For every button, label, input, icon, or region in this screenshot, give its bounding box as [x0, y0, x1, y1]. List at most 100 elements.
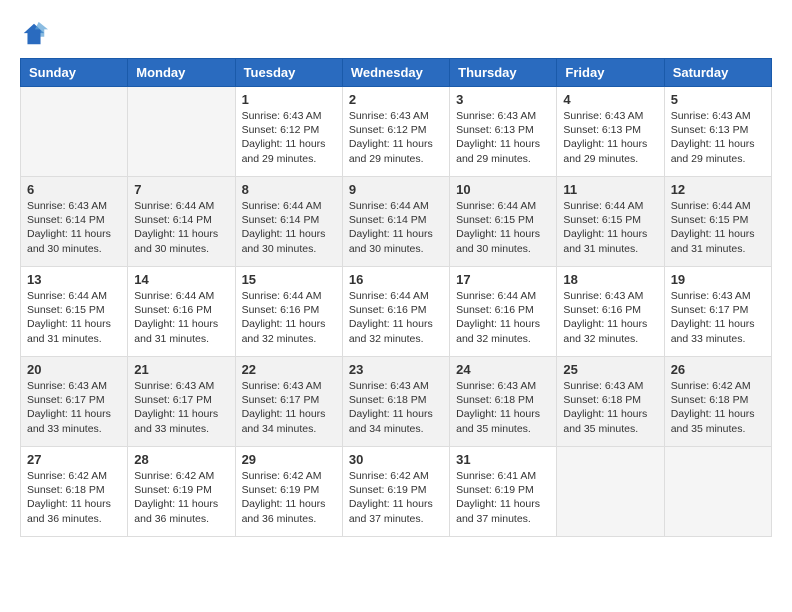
weekday-header: Sunday [21, 59, 128, 87]
calendar-cell: 14 Sunrise: 6:44 AMSunset: 6:16 PMDayligh… [128, 267, 235, 357]
cell-info: Sunrise: 6:43 AMSunset: 6:14 PMDaylight:… [27, 199, 121, 256]
day-number: 4 [563, 92, 657, 107]
calendar-week-row: 1 Sunrise: 6:43 AMSunset: 6:12 PMDaylight… [21, 87, 772, 177]
calendar-cell: 16 Sunrise: 6:44 AMSunset: 6:16 PMDayligh… [342, 267, 449, 357]
calendar-week-row: 6 Sunrise: 6:43 AMSunset: 6:14 PMDaylight… [21, 177, 772, 267]
cell-info: Sunrise: 6:44 AMSunset: 6:15 PMDaylight:… [671, 199, 765, 256]
day-number: 27 [27, 452, 121, 467]
page-header [20, 20, 772, 48]
day-number: 2 [349, 92, 443, 107]
day-number: 23 [349, 362, 443, 377]
day-number: 25 [563, 362, 657, 377]
day-number: 15 [242, 272, 336, 287]
cell-info: Sunrise: 6:44 AMSunset: 6:15 PMDaylight:… [456, 199, 550, 256]
calendar-cell: 15 Sunrise: 6:44 AMSunset: 6:16 PMDayligh… [235, 267, 342, 357]
cell-info: Sunrise: 6:44 AMSunset: 6:16 PMDaylight:… [134, 289, 228, 346]
day-number: 9 [349, 182, 443, 197]
day-number: 8 [242, 182, 336, 197]
cell-info: Sunrise: 6:44 AMSunset: 6:14 PMDaylight:… [242, 199, 336, 256]
calendar-cell: 25Sunrise: 6:43 AMSunset: 6:18 PMDayligh… [557, 357, 664, 447]
day-number: 1 [242, 92, 336, 107]
calendar-cell: 18 Sunrise: 6:43 AMSunset: 6:16 PMDayligh… [557, 267, 664, 357]
calendar-cell: 7 Sunrise: 6:44 AMSunset: 6:14 PMDaylight… [128, 177, 235, 267]
day-number: 3 [456, 92, 550, 107]
day-number: 16 [349, 272, 443, 287]
calendar-cell: 21 Sunrise: 6:43 AMSunset: 6:17 PMDayligh… [128, 357, 235, 447]
cell-info: Sunrise: 6:43 AMSunset: 6:17 PMDaylight:… [27, 379, 121, 436]
calendar-cell: 6 Sunrise: 6:43 AMSunset: 6:14 PMDaylight… [21, 177, 128, 267]
day-number: 30 [349, 452, 443, 467]
day-number: 31 [456, 452, 550, 467]
calendar-week-row: 27 Sunrise: 6:42 AMSunset: 6:18 PMDayligh… [21, 447, 772, 537]
calendar-cell: 10Sunrise: 6:44 AMSunset: 6:15 PMDayligh… [450, 177, 557, 267]
calendar-table: SundayMondayTuesdayWednesdayThursdayFrid… [20, 58, 772, 537]
calendar-cell [21, 87, 128, 177]
cell-info: Sunrise: 6:43 AMSunset: 6:17 PMDaylight:… [242, 379, 336, 436]
calendar-cell: 11 Sunrise: 6:44 AMSunset: 6:15 PMDayligh… [557, 177, 664, 267]
cell-info: Sunrise: 6:41 AMSunset: 6:19 PMDaylight:… [456, 469, 550, 526]
calendar-week-row: 20 Sunrise: 6:43 AMSunset: 6:17 PMDayligh… [21, 357, 772, 447]
day-number: 24 [456, 362, 550, 377]
cell-info: Sunrise: 6:44 AMSunset: 6:14 PMDaylight:… [134, 199, 228, 256]
cell-info: Sunrise: 6:43 AMSunset: 6:13 PMDaylight:… [456, 109, 550, 166]
cell-info: Sunrise: 6:44 AMSunset: 6:15 PMDaylight:… [27, 289, 121, 346]
cell-info: Sunrise: 6:43 AMSunset: 6:12 PMDaylight:… [349, 109, 443, 166]
calendar-cell: 1 Sunrise: 6:43 AMSunset: 6:12 PMDaylight… [235, 87, 342, 177]
day-number: 22 [242, 362, 336, 377]
calendar-cell: 24 Sunrise: 6:43 AMSunset: 6:18 PMDayligh… [450, 357, 557, 447]
calendar-cell [557, 447, 664, 537]
day-number: 19 [671, 272, 765, 287]
cell-info: Sunrise: 6:44 AMSunset: 6:16 PMDaylight:… [456, 289, 550, 346]
weekday-header: Monday [128, 59, 235, 87]
cell-info: Sunrise: 6:43 AMSunset: 6:18 PMDaylight:… [456, 379, 550, 436]
cell-info: Sunrise: 6:44 AMSunset: 6:16 PMDaylight:… [349, 289, 443, 346]
day-number: 21 [134, 362, 228, 377]
calendar-cell: 8 Sunrise: 6:44 AMSunset: 6:14 PMDaylight… [235, 177, 342, 267]
calendar-cell: 29Sunrise: 6:42 AMSunset: 6:19 PMDayligh… [235, 447, 342, 537]
weekday-header: Friday [557, 59, 664, 87]
weekday-header: Tuesday [235, 59, 342, 87]
calendar-cell: 31 Sunrise: 6:41 AMSunset: 6:19 PMDayligh… [450, 447, 557, 537]
cell-info: Sunrise: 6:44 AMSunset: 6:15 PMDaylight:… [563, 199, 657, 256]
calendar-cell [664, 447, 771, 537]
day-number: 18 [563, 272, 657, 287]
calendar-cell: 30 Sunrise: 6:42 AMSunset: 6:19 PMDayligh… [342, 447, 449, 537]
day-number: 11 [563, 182, 657, 197]
calendar-cell: 12 Sunrise: 6:44 AMSunset: 6:15 PMDayligh… [664, 177, 771, 267]
calendar-header-row: SundayMondayTuesdayWednesdayThursdayFrid… [21, 59, 772, 87]
cell-info: Sunrise: 6:43 AMSunset: 6:18 PMDaylight:… [349, 379, 443, 436]
day-number: 17 [456, 272, 550, 287]
cell-info: Sunrise: 6:43 AMSunset: 6:17 PMDaylight:… [671, 289, 765, 346]
day-number: 28 [134, 452, 228, 467]
cell-info: Sunrise: 6:42 AMSunset: 6:18 PMDaylight:… [27, 469, 121, 526]
calendar-cell: 22 Sunrise: 6:43 AMSunset: 6:17 PMDayligh… [235, 357, 342, 447]
calendar-cell [128, 87, 235, 177]
cell-info: Sunrise: 6:44 AMSunset: 6:16 PMDaylight:… [242, 289, 336, 346]
day-number: 14 [134, 272, 228, 287]
day-number: 12 [671, 182, 765, 197]
day-number: 6 [27, 182, 121, 197]
calendar-cell: 5 Sunrise: 6:43 AMSunset: 6:13 PMDaylight… [664, 87, 771, 177]
day-number: 5 [671, 92, 765, 107]
calendar-cell: 23 Sunrise: 6:43 AMSunset: 6:18 PMDayligh… [342, 357, 449, 447]
cell-info: Sunrise: 6:42 AMSunset: 6:19 PMDaylight:… [349, 469, 443, 526]
calendar-cell: 17 Sunrise: 6:44 AMSunset: 6:16 PMDayligh… [450, 267, 557, 357]
cell-info: Sunrise: 6:44 AMSunset: 6:14 PMDaylight:… [349, 199, 443, 256]
cell-info: Sunrise: 6:43 AMSunset: 6:17 PMDaylight:… [134, 379, 228, 436]
calendar-cell: 2 Sunrise: 6:43 AMSunset: 6:12 PMDaylight… [342, 87, 449, 177]
weekday-header: Thursday [450, 59, 557, 87]
calendar-cell: 19 Sunrise: 6:43 AMSunset: 6:17 PMDayligh… [664, 267, 771, 357]
logo-icon [20, 20, 48, 48]
cell-info: Sunrise: 6:42 AMSunset: 6:19 PMDaylight:… [134, 469, 228, 526]
cell-info: Sunrise: 6:43 AMSunset: 6:13 PMDaylight:… [671, 109, 765, 166]
calendar-cell: 3 Sunrise: 6:43 AMSunset: 6:13 PMDaylight… [450, 87, 557, 177]
calendar-cell: 28 Sunrise: 6:42 AMSunset: 6:19 PMDayligh… [128, 447, 235, 537]
day-number: 7 [134, 182, 228, 197]
cell-info: Sunrise: 6:43 AMSunset: 6:16 PMDaylight:… [563, 289, 657, 346]
calendar-cell: 13Sunrise: 6:44 AMSunset: 6:15 PMDayligh… [21, 267, 128, 357]
cell-info: Sunrise: 6:42 AMSunset: 6:19 PMDaylight:… [242, 469, 336, 526]
weekday-header: Saturday [664, 59, 771, 87]
calendar-cell: 27 Sunrise: 6:42 AMSunset: 6:18 PMDayligh… [21, 447, 128, 537]
cell-info: Sunrise: 6:43 AMSunset: 6:12 PMDaylight:… [242, 109, 336, 166]
day-number: 20 [27, 362, 121, 377]
